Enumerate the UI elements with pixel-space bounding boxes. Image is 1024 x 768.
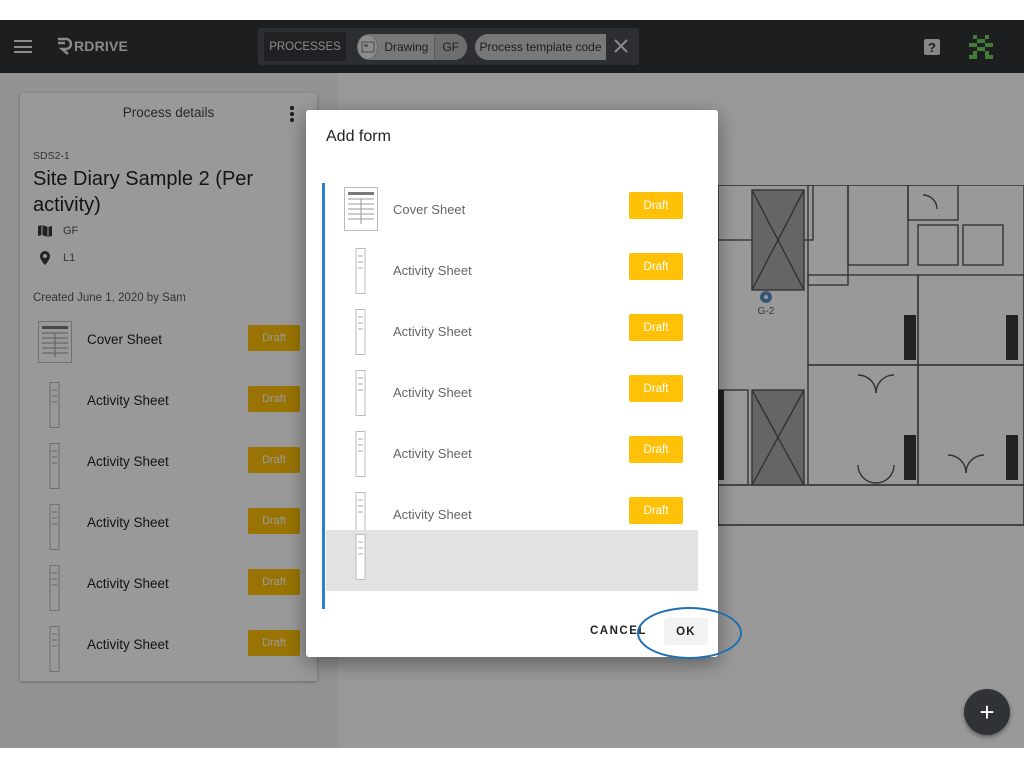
activity-sheet-thumbnail-icon: [355, 431, 366, 477]
status-badge: Draft: [629, 314, 683, 341]
status-badge: Draft: [629, 497, 683, 524]
dialog-title: Add form: [326, 128, 391, 145]
activity-sheet-thumbnail-icon: [355, 309, 366, 355]
activity-sheet-thumbnail-icon: [355, 534, 366, 580]
form-template-name: Activity Sheet: [393, 385, 472, 400]
ok-highlight-ring: [637, 607, 742, 659]
status-badge: Draft: [629, 375, 683, 402]
form-template-item[interactable]: Activity Sheet Draft: [326, 305, 698, 366]
scroll-indicator[interactable]: [322, 183, 325, 609]
add-fab-button[interactable]: +: [964, 689, 1010, 735]
form-template-item[interactable]: Cover Sheet Draft: [326, 183, 698, 244]
form-template-item[interactable]: Activity Sheet Draft: [326, 427, 698, 488]
form-template-item-selected[interactable]: [326, 530, 698, 591]
form-template-item[interactable]: Activity Sheet Draft: [326, 366, 698, 427]
status-badge: Draft: [629, 253, 683, 280]
form-template-name: Activity Sheet: [393, 263, 472, 278]
form-template-item[interactable]: Activity Sheet Draft: [326, 244, 698, 305]
form-template-name: Activity Sheet: [393, 324, 472, 339]
form-template-name: Activity Sheet: [393, 446, 472, 461]
form-template-name: Activity Sheet: [393, 507, 472, 522]
status-badge: Draft: [629, 436, 683, 463]
status-badge: Draft: [629, 192, 683, 219]
form-template-list[interactable]: Cover Sheet Draft Activity Sheet Draft A…: [322, 183, 698, 609]
add-form-dialog: Add form Cover Sheet Draft Activity Shee…: [306, 110, 718, 657]
activity-sheet-thumbnail-icon: [355, 370, 366, 416]
modal-scrim-top[interactable]: [0, 20, 1024, 73]
activity-sheet-thumbnail-icon: [355, 248, 366, 294]
cover-sheet-thumbnail-icon: [344, 187, 378, 231]
form-template-name: Cover Sheet: [393, 202, 466, 217]
